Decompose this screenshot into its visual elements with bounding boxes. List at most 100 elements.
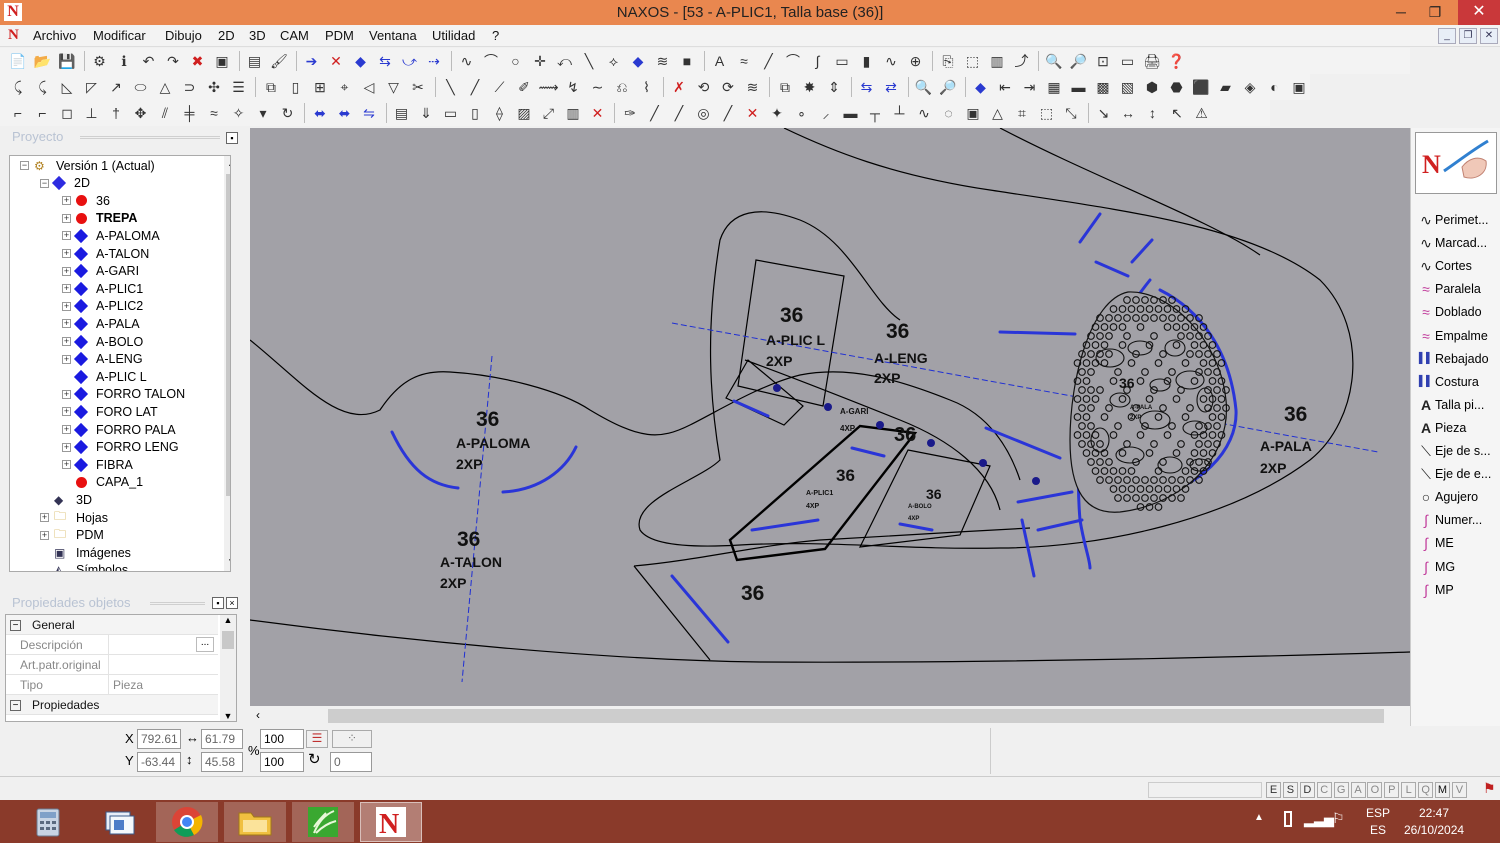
tree-item[interactable]: + A-TALON xyxy=(62,245,149,262)
print-icon[interactable]: 🖨 xyxy=(1142,51,1162,71)
menu-2d[interactable]: 2D xyxy=(218,28,235,43)
perp-icon[interactable]: ⊥ xyxy=(82,103,102,123)
dropdown-icon[interactable]: ▾ xyxy=(253,103,273,123)
tree-item[interactable]: +36 xyxy=(62,192,110,209)
status-indicator-v[interactable]: V xyxy=(1451,782,1467,798)
spline-icon[interactable]: ∫ xyxy=(808,51,828,71)
pattern-icon[interactable]: ▨ xyxy=(514,103,534,123)
scissors-icon[interactable]: ✂ xyxy=(408,77,428,97)
props-scrollbar[interactable]: ▲ ▼ xyxy=(220,615,236,721)
mdi-minimize-button[interactable]: _ xyxy=(1438,28,1456,44)
frame-icon[interactable]: ▯ xyxy=(286,77,306,97)
battery-icon[interactable] xyxy=(1284,811,1292,827)
scroll-up-arrow-icon[interactable]: ▲ xyxy=(224,156,230,172)
expand-icon[interactable]: + xyxy=(62,231,71,241)
sel2-icon[interactable]: ⬚ xyxy=(1037,103,1057,123)
cut-icon[interactable]: ✖ xyxy=(188,51,208,71)
warn-icon[interactable]: ⚠ xyxy=(1192,103,1212,123)
tri2-icon[interactable]: △ xyxy=(988,103,1008,123)
scroll-down-arrow-icon[interactable]: ▼ xyxy=(220,711,236,721)
diag-arrow-icon[interactable]: ⤢ xyxy=(539,103,559,123)
scroll-thumb[interactable] xyxy=(222,631,234,649)
tool-eje-de-e[interactable]: ⟍ Eje de e... xyxy=(1417,463,1491,485)
copy-icon[interactable]: ⎘ xyxy=(938,51,958,71)
y-coord-field[interactable]: -63.44 xyxy=(137,752,181,772)
prop-row-description[interactable]: Descripción ... xyxy=(6,635,218,655)
tilde-icon[interactable]: ∼ xyxy=(588,77,608,97)
ring-icon[interactable]: ◌ xyxy=(939,103,959,123)
tree-item[interactable]: + FORRO TALON xyxy=(62,386,185,403)
layers-icon[interactable]: ▤ xyxy=(245,51,265,71)
status-indicator-s[interactable]: S xyxy=(1282,782,1298,798)
status-indicator-d[interactable]: D xyxy=(1299,782,1315,798)
undo-icon[interactable]: ↶ xyxy=(139,51,159,71)
rect3-icon[interactable]: ▯ xyxy=(465,103,485,123)
clock[interactable]: 22:47 26/10/2024 xyxy=(1404,805,1464,839)
loop2-icon[interactable]: ⟳ xyxy=(718,77,738,97)
triangle-icon[interactable]: △ xyxy=(155,77,175,97)
dot-icon[interactable]: ∘ xyxy=(792,103,812,123)
parallel-icon[interactable]: ⫽ xyxy=(155,103,175,123)
sparkle-icon[interactable]: ✦ xyxy=(767,103,787,123)
expand-icon[interactable]: + xyxy=(62,407,71,417)
double-arrow-icon[interactable]: ⬌ xyxy=(310,103,330,123)
expand-icon[interactable]: + xyxy=(62,301,71,311)
menu-pdm[interactable]: PDM xyxy=(325,28,354,43)
black-icon[interactable]: ⬛ xyxy=(1191,77,1211,97)
show-hidden-icons[interactable]: ▲ xyxy=(1254,812,1264,823)
delete-icon[interactable]: ✕ xyxy=(326,51,346,71)
rightbar-icon[interactable]: ⇥ xyxy=(1020,77,1040,97)
wave2-icon[interactable]: ∿ xyxy=(914,103,934,123)
document-icon[interactable]: N xyxy=(8,27,19,44)
rect-icon[interactable]: ▭ xyxy=(832,51,852,71)
save-icon[interactable]: 💾 xyxy=(57,51,77,71)
width2-icon[interactable]: ↔ xyxy=(1118,103,1138,123)
diag-icon[interactable]: ╲ xyxy=(441,77,461,97)
status-indicator-o[interactable]: O xyxy=(1367,782,1383,798)
collapse-icon[interactable]: − xyxy=(20,161,29,170)
paral-icon[interactable]: ▰ xyxy=(1216,77,1236,97)
wavy-icon[interactable]: ⌇ xyxy=(637,77,657,97)
cluster-icon[interactable]: ✣ xyxy=(204,77,224,97)
ruler-icon[interactable]: ▭ xyxy=(1118,51,1138,71)
mdi-restore-button[interactable]: ❐ xyxy=(1459,28,1477,44)
tree-item[interactable]: + A-PALOMA xyxy=(62,227,160,244)
props-panel-close-button[interactable]: × xyxy=(226,597,238,609)
status-indicator-c[interactable]: C xyxy=(1316,782,1332,798)
move-icon[interactable]: ➔ xyxy=(302,51,322,71)
tool-pieza[interactable]: A Pieza xyxy=(1417,417,1466,439)
cup-icon[interactable]: ⊃ xyxy=(180,77,200,97)
rect2-icon[interactable]: ▭ xyxy=(441,103,461,123)
target-icon[interactable]: ⊕ xyxy=(906,51,926,71)
scroll-thumb[interactable] xyxy=(226,174,230,496)
left-icon[interactable]: ◁ xyxy=(359,77,379,97)
prop-row-tipo[interactable]: Tipo Pieza xyxy=(6,675,218,695)
refresh-icon[interactable]: ↻ xyxy=(278,103,298,123)
tool-eje-de-s[interactable]: ⟍ Eje de s... xyxy=(1417,440,1491,462)
zoom-icon[interactable]: 🔍 xyxy=(914,77,934,97)
grid-icon[interactable]: ⊞ xyxy=(310,77,330,97)
scroll-thumb[interactable] xyxy=(328,709,1384,723)
tree-item[interactable]: + TREPA xyxy=(62,210,137,227)
scroll-down-arrow-icon[interactable]: ▼ xyxy=(224,555,230,571)
status-indicator-a[interactable]: A xyxy=(1350,782,1366,798)
tree-item[interactable]: + 🗀 Hojas xyxy=(40,509,108,526)
dash-icon[interactable]: ⸝ xyxy=(816,103,836,123)
dup-icon[interactable]: ⧉ xyxy=(261,77,281,97)
restore-button[interactable]: ❐ xyxy=(1418,0,1452,25)
tool-marcad[interactable]: ∿ Marcad... xyxy=(1417,232,1487,254)
expand-icon[interactable]: + xyxy=(62,196,71,206)
status-indicator-p[interactable]: P xyxy=(1384,782,1400,798)
info-icon[interactable]: ℹ xyxy=(114,51,134,71)
tree-item[interactable]: + FORRO PALA xyxy=(62,421,176,438)
extend-icon[interactable]: ⇢ xyxy=(424,51,444,71)
pencil-icon[interactable]: ✐ xyxy=(514,77,534,97)
expand-icon[interactable]: + xyxy=(62,319,71,329)
menu-modificar[interactable]: Modificar xyxy=(93,28,146,43)
tool-costura[interactable]: ▌▌ Costura xyxy=(1417,371,1479,393)
approx-icon[interactable]: ≈ xyxy=(204,103,224,123)
tool-perimet[interactable]: ∿ Perimet... xyxy=(1417,209,1488,231)
diag3-icon[interactable]: ⟋ xyxy=(490,77,510,97)
rotate-icon[interactable]: ⤻ xyxy=(400,51,420,71)
outline-pala[interactable] xyxy=(638,128,1354,549)
